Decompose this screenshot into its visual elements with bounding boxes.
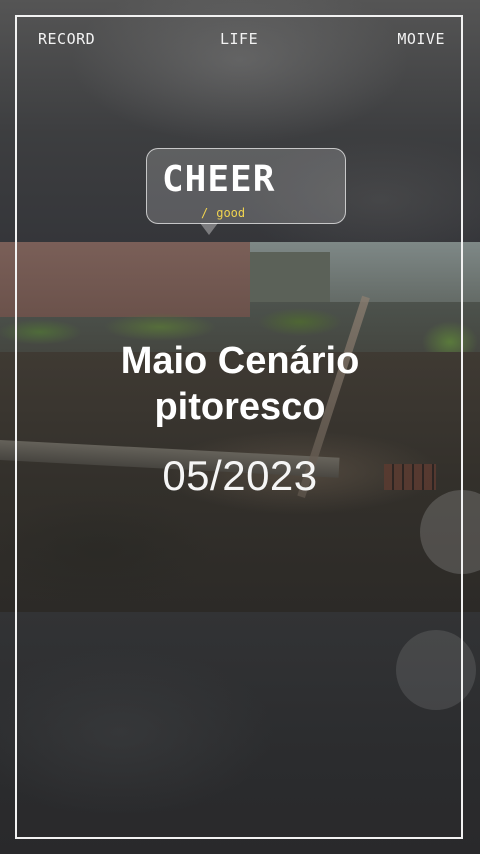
header-labels: RECORD LIFE MOIVE xyxy=(15,30,465,50)
bubble-subtitle: / good xyxy=(201,206,245,220)
moive-label: MOIVE xyxy=(397,30,445,48)
caption-title: Maio Cenário pitoresco xyxy=(0,338,480,430)
bubble-slash: / xyxy=(201,206,209,220)
video-frame: RECORD LIFE MOIVE CHEER / good Maio Cenár… xyxy=(0,0,480,854)
record-label: RECORD xyxy=(38,30,96,48)
caption-line-2: pitoresco xyxy=(154,386,326,428)
caption-line-1: Maio Cenário xyxy=(120,340,360,382)
bubble-title: CHEER xyxy=(162,159,276,200)
life-label: LIFE xyxy=(220,30,259,48)
caption-date: 05/2023 xyxy=(162,452,318,499)
bubble-subtitle-text: good xyxy=(216,206,246,220)
speech-bubble-tail xyxy=(200,223,218,235)
speech-bubble: CHEER / good xyxy=(146,148,346,224)
